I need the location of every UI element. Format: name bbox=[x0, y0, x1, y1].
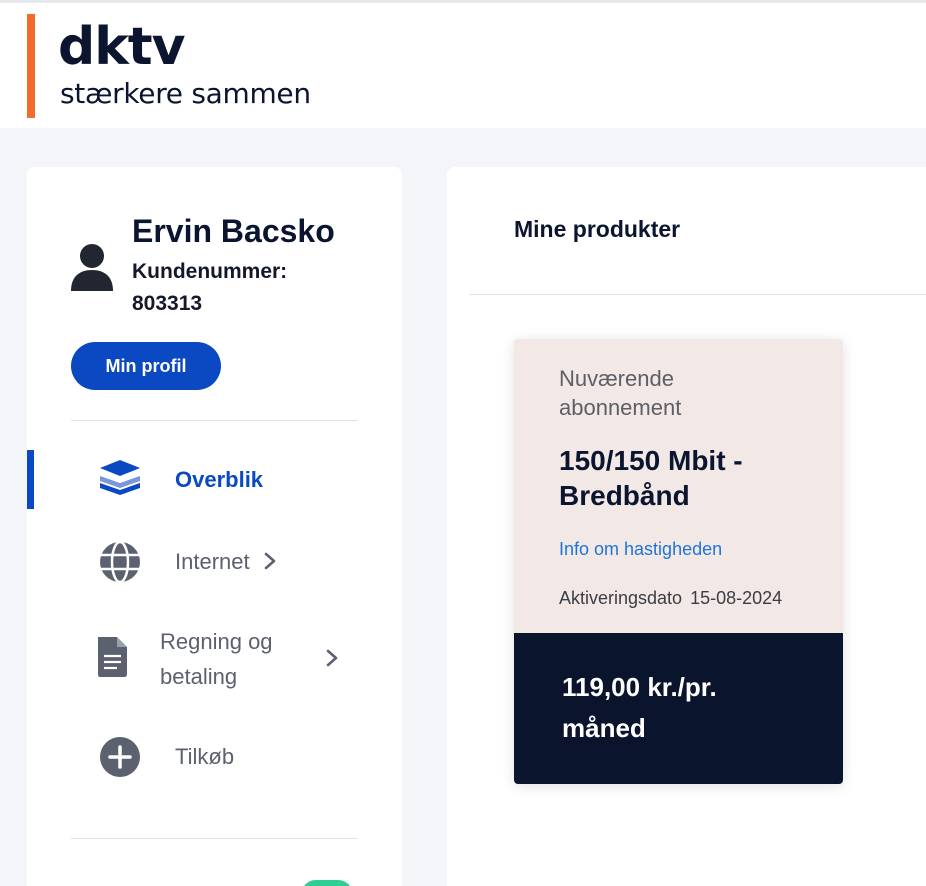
globe-icon bbox=[100, 540, 140, 584]
activation-date-label: Aktiveringsdato bbox=[559, 588, 683, 608]
logo-wordmark[interactable]: dktv bbox=[58, 17, 186, 77]
person-icon bbox=[71, 244, 113, 291]
plus-circle-icon bbox=[100, 737, 140, 777]
sidebar-item-addons[interactable]: Tilkøb bbox=[27, 734, 402, 779]
product-price: 119,00 kr./pr. måned bbox=[562, 672, 717, 743]
site-header: dktv stærkere sammen bbox=[0, 3, 926, 128]
sidebar-item-internet[interactable]: Internet bbox=[27, 539, 402, 584]
product-card-header: Nuværende abonnement 150/150 Mbit - Bred… bbox=[514, 339, 843, 633]
sidebar-item-label: Internet bbox=[175, 549, 250, 574]
customer-number-label: Kundenummer: bbox=[132, 260, 288, 283]
my-profile-button[interactable]: Min profil bbox=[71, 342, 221, 390]
toggle-switch[interactable] bbox=[301, 880, 353, 886]
main-panel: Mine produkter Nuværende abonnement 150/… bbox=[447, 167, 926, 886]
main-divider bbox=[469, 294, 926, 295]
layers-icon bbox=[100, 460, 140, 495]
logo-tagline: stærkere sammen bbox=[60, 77, 311, 110]
customer-number: 803313 bbox=[132, 292, 203, 315]
subscription-label: Nuværende abonnement bbox=[559, 366, 682, 420]
sidebar-item-label: Regning og bbox=[160, 629, 273, 654]
sidebar-item-overblik[interactable]: Overblik bbox=[27, 457, 402, 502]
product-name: 150/150 Mbit - Bredbånd bbox=[559, 445, 743, 511]
sidebar-item-billing[interactable]: Regning og betaling bbox=[27, 622, 402, 694]
user-name: Ervin Bacsko bbox=[132, 213, 335, 249]
sidebar: Ervin Bacsko Kundenummer: 803313 Min pro… bbox=[27, 167, 402, 886]
speed-info-link[interactable]: Info om hastigheden bbox=[559, 537, 722, 561]
logo-accent-bar bbox=[27, 14, 35, 118]
document-icon bbox=[98, 637, 127, 677]
page-title: Mine produkter bbox=[514, 216, 681, 242]
chevron-right-icon bbox=[264, 552, 276, 570]
sidebar-item-label: Tilkøb bbox=[175, 744, 235, 769]
sidebar-item-label: Overblik bbox=[175, 467, 264, 492]
sidebar-divider-bottom bbox=[71, 838, 358, 839]
chevron-right-icon bbox=[326, 649, 338, 667]
product-card: Nuværende abonnement 150/150 Mbit - Bred… bbox=[514, 339, 843, 784]
sidebar-item-label: betaling bbox=[160, 664, 238, 689]
activation-date: 15-08-2024 bbox=[690, 588, 783, 608]
product-price-footer: 119,00 kr./pr. måned bbox=[514, 633, 843, 784]
sidebar-divider-top bbox=[71, 420, 358, 421]
activation-info: Aktiveringsdato 15-08-2024 bbox=[559, 586, 782, 610]
